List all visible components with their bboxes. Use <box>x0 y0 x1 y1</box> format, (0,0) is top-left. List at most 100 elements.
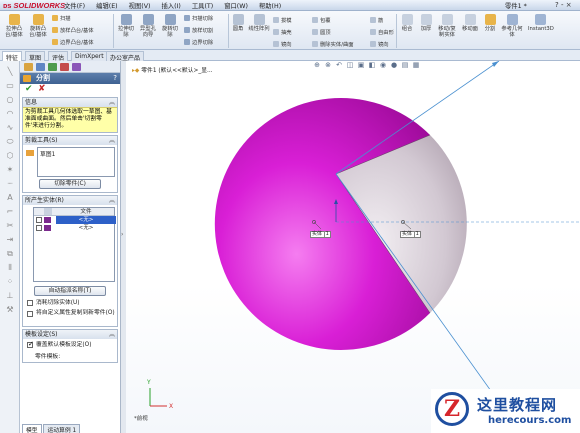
graphics-area[interactable]: ▸◆ 零件1 (默认<<默认>_显... ⊕ ⊗ ↶ ◫ ▣ ◧ ◉ ● ▤ ▦ <box>126 61 580 433</box>
tab-features[interactable]: 特征 <box>2 51 23 62</box>
menu-help[interactable]: 帮助(H) <box>259 1 281 10</box>
split-button[interactable]: 分割 <box>482 14 498 32</box>
draft-button[interactable]: 拔模 <box>273 16 292 24</box>
rib-button[interactable]: 筋 <box>370 16 383 24</box>
consume-checkbox[interactable] <box>27 299 33 306</box>
spline-tool-icon[interactable]: ∿ <box>4 123 16 133</box>
menu-view[interactable]: 视图(V) <box>129 1 151 10</box>
circle-tool-icon[interactable]: ○ <box>4 95 16 105</box>
chevron-up-icon[interactable]: ︽ <box>109 136 115 145</box>
file-cell[interactable]: <无> <box>56 224 116 232</box>
help-icon[interactable]: ? <box>113 73 117 84</box>
lofted-cut-button[interactable]: 放样切割 <box>184 26 213 34</box>
display-manager-tab-icon[interactable] <box>72 63 81 71</box>
row-checkbox[interactable] <box>36 224 42 231</box>
cut-part-button[interactable]: 切除零件(C) <box>39 178 101 189</box>
centerline-tool-icon[interactable]: ┈ <box>4 179 16 189</box>
menu-file[interactable]: 文件(F) <box>64 1 85 10</box>
extrude-cut-button[interactable]: 拉伸切除 <box>116 14 136 38</box>
swept-cut-button[interactable]: 扫描切除 <box>184 14 213 22</box>
extend-tool-icon[interactable]: ⇥ <box>4 235 16 245</box>
template-settings-header[interactable]: 模板设定(S) ︽ <box>23 329 117 339</box>
menu-window[interactable]: 窗口(W) <box>224 1 248 10</box>
boundary-cut-button[interactable]: 边界切除 <box>184 38 213 46</box>
wrap-button[interactable]: 包覆 <box>312 16 331 24</box>
thicken-button[interactable]: 加厚 <box>417 14 435 32</box>
mirror-entities-icon[interactable]: ⫴ <box>4 263 16 273</box>
body-callout-right[interactable]: 实体 1 <box>400 231 421 238</box>
ellipse-tool-icon[interactable]: ⬭ <box>4 137 16 147</box>
pattern-tool-icon[interactable]: ⁘ <box>4 277 16 287</box>
tab-evaluate[interactable]: 评估 <box>48 51 69 62</box>
line-tool-icon[interactable]: ╲ <box>4 67 16 77</box>
sweep-button[interactable]: 扫描 <box>52 14 71 22</box>
table-row[interactable]: <无> <box>34 224 114 232</box>
property-manager-tab-icon[interactable] <box>36 63 45 71</box>
move-face-button[interactable]: 移动面 <box>460 14 480 32</box>
dome-button[interactable]: 圆顶 <box>312 28 331 36</box>
propagate-checkbox[interactable] <box>27 310 33 317</box>
resulting-bodies-header[interactable]: 所产生实体(R) ︽ <box>23 195 117 205</box>
consume-cut-bodies-option[interactable]: 消耗切除实体(U) <box>27 299 117 308</box>
revolve-cut-button[interactable]: 旋转切除 <box>160 14 180 38</box>
solidworks-logo[interactable]: ᴅs SOLIDWORKS <box>3 1 65 10</box>
window-controls[interactable]: ? - × <box>555 1 572 9</box>
trim-tool-icon[interactable]: ✂ <box>4 221 16 231</box>
tab-model[interactable]: 模型 <box>22 424 42 433</box>
tab-dimxpert[interactable]: DimXpert <box>71 51 108 61</box>
table-row[interactable]: <无> <box>34 215 116 224</box>
cancel-button[interactable]: ✘ <box>38 84 46 95</box>
revolve-boss-button[interactable]: 旋转凸台/基体 <box>27 14 49 38</box>
polygon-tool-icon[interactable]: ⬡ <box>4 151 16 161</box>
combine-button[interactable]: 组合 <box>398 14 416 32</box>
delete-body-button[interactable]: 删除实体/曲面 <box>312 40 354 48</box>
tab-office-products[interactable]: 办公室产品 <box>106 51 145 62</box>
auto-assign-names-button[interactable]: 自动指派名称(T) <box>34 285 106 296</box>
dimxpert-tab-icon[interactable] <box>60 63 69 71</box>
freeform-button[interactable]: 自由形 <box>370 28 394 36</box>
row-checkbox[interactable] <box>36 216 42 223</box>
chevron-up-icon[interactable]: ︽ <box>109 330 115 339</box>
override-template-option[interactable]: 覆盖默认模板设定(O) <box>27 340 117 350</box>
move-copy-body-button[interactable]: 移动/复制实体 <box>436 14 458 38</box>
mirror-button[interactable]: 镜向 <box>370 40 389 48</box>
body-callout-left[interactable]: 实体 1 <box>310 231 331 238</box>
propagate-properties-option[interactable]: 将自定义属性复制到新零件(O) <box>27 310 117 326</box>
point-tool-icon[interactable]: ✶ <box>4 165 16 175</box>
menu-edit[interactable]: 编辑(E) <box>96 1 118 10</box>
reference-geometry-button[interactable]: 参考几何体 <box>500 14 524 38</box>
collapse-arrow-icon[interactable]: › <box>121 231 123 238</box>
trim-tools-header[interactable]: 剪裁工具(S) ︽ <box>23 135 117 145</box>
configuration-tab-icon[interactable] <box>48 63 57 71</box>
trim-tool-list[interactable]: 草图1 <box>37 146 115 177</box>
fillet-sketch-icon[interactable]: ⌐ <box>4 207 16 217</box>
file-cell[interactable]: <无> <box>56 215 116 224</box>
chevron-up-icon[interactable]: ︽ <box>109 98 115 107</box>
extrude-boss-button[interactable]: 拉伸凸台/基体 <box>3 14 25 38</box>
tab-sketch[interactable]: 草图 <box>25 51 46 62</box>
message-header[interactable]: 信息 ︽ <box>23 98 117 107</box>
menu-insert[interactable]: 插入(I) <box>161 1 180 10</box>
ok-button[interactable]: ✔ <box>25 84 33 95</box>
override-checkbox[interactable] <box>27 340 34 349</box>
relations-tool-icon[interactable]: ⊥ <box>4 291 16 301</box>
text-tool-icon[interactable]: A <box>4 193 16 203</box>
loft-boss-button[interactable]: 放样凸台/基体 <box>52 26 94 34</box>
repair-tool-icon[interactable]: ⚒ <box>4 305 16 315</box>
shell-button[interactable]: 抽壳 <box>273 28 292 36</box>
hole-wizard-button[interactable]: 异型孔向导 <box>138 14 158 38</box>
offset-tool-icon[interactable]: ⧉ <box>4 249 16 259</box>
instant3d-button[interactable]: Instant3D <box>528 14 554 32</box>
fillet-button[interactable]: 圆角 <box>230 14 246 32</box>
arc-tool-icon[interactable]: ◠ <box>4 109 16 119</box>
linear-pattern-button[interactable]: 线性阵列 <box>248 14 270 32</box>
tab-motion-study[interactable]: 运动算例 1 <box>43 424 81 433</box>
feature-tree-tab-icon[interactable] <box>24 63 33 71</box>
menu-tools[interactable]: 工具(T) <box>192 1 213 10</box>
chevron-up-icon[interactable]: ︽ <box>109 196 115 205</box>
boundary-boss-button[interactable]: 边界凸台/基体 <box>52 38 94 46</box>
mirror-button-left[interactable]: 镜向 <box>273 40 292 48</box>
rectangle-tool-icon[interactable]: ▭ <box>4 81 16 91</box>
trim-tool-item[interactable]: 草图1 <box>40 152 55 158</box>
model-canvas[interactable]: Y X <box>126 61 580 433</box>
